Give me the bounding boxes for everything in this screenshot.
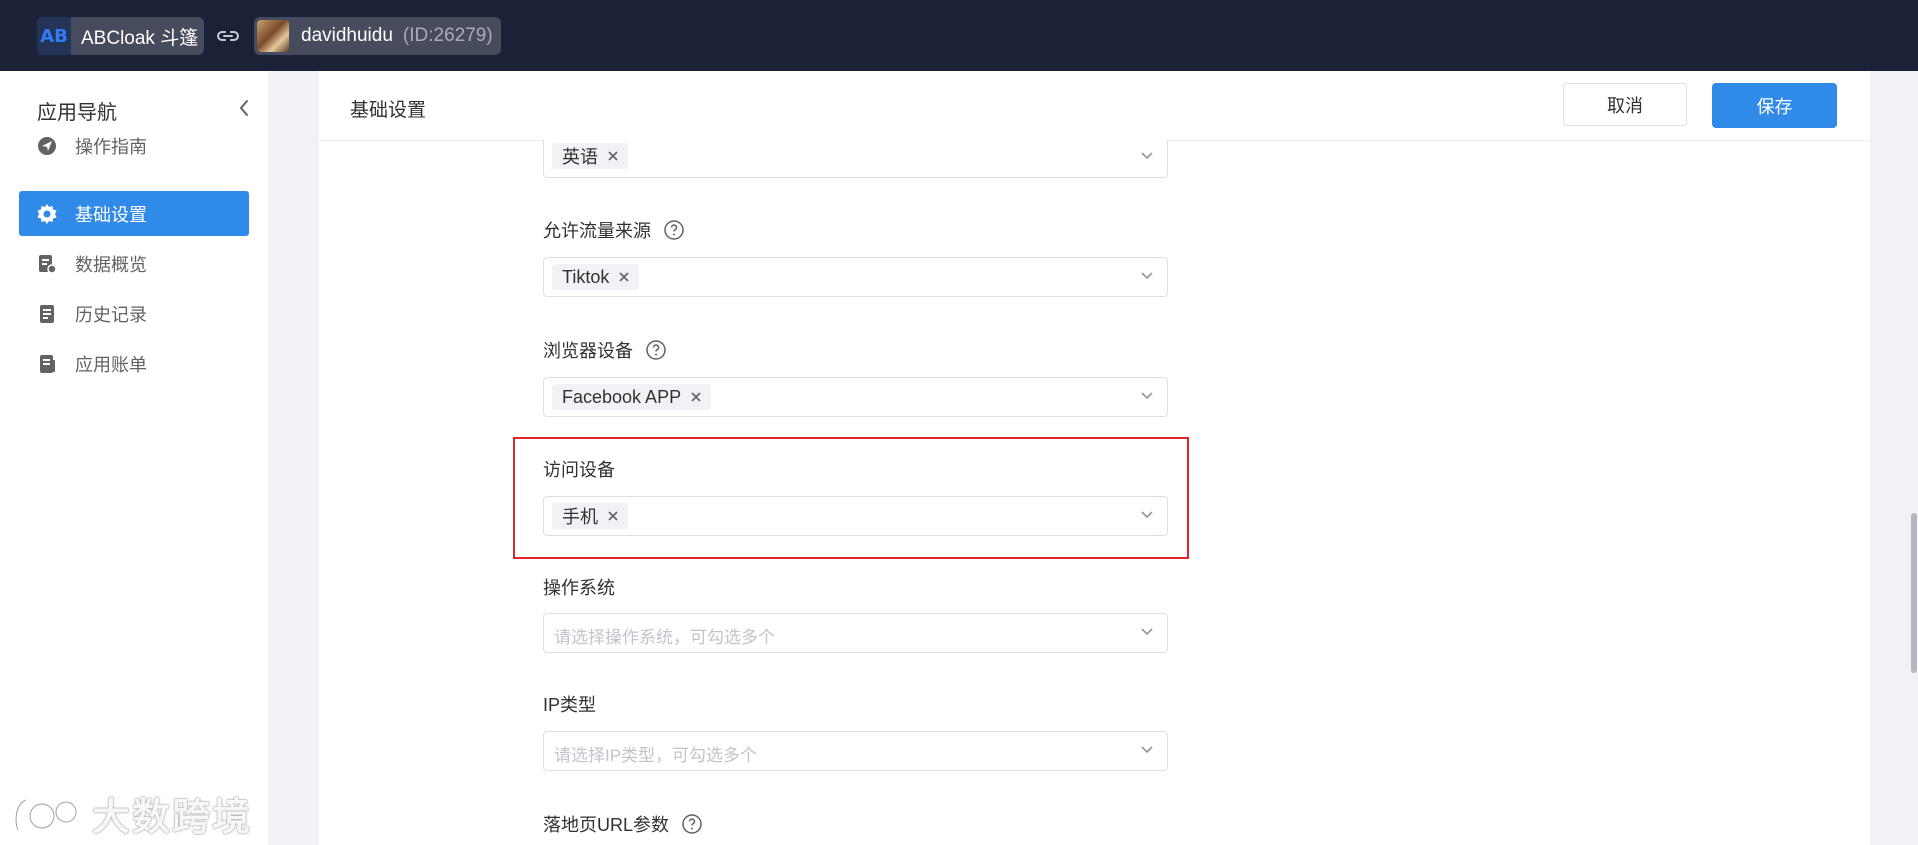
sidebar-item-label: 应用账单 — [75, 354, 147, 375]
navigation-icon — [36, 135, 58, 157]
os-placeholder: 请选择操作系统，可勾选多个 — [554, 628, 775, 647]
field-label-text: 浏览器设备 — [543, 341, 633, 361]
save-button[interactable]: 保存 — [1712, 83, 1837, 128]
field-label-text: IP类型 — [543, 695, 597, 715]
traffic-source-label: 允许流量来源 — [543, 217, 685, 243]
watermark: 大数跨境 — [12, 786, 252, 841]
language-select[interactable]: 英语 — [543, 140, 1168, 178]
sidebar-item-label: 操作指南 — [75, 136, 147, 157]
chevron-left-icon[interactable] — [236, 97, 252, 119]
avatar — [257, 20, 289, 52]
sidebar: 应用导航 操作指南 基础设置 数据概览 历史记录 应用账单 — [0, 71, 268, 845]
card-header: 基础设置 取消 保存 — [319, 71, 1870, 141]
sidebar-item-history[interactable]: 历史记录 — [19, 291, 249, 336]
browser-device-select[interactable]: Facebook APP — [543, 377, 1168, 417]
scrollbar-thumb[interactable] — [1911, 513, 1917, 673]
traffic-source-select[interactable]: Tiktok — [543, 257, 1168, 297]
user-account-chip[interactable]: davidhuidu (ID:26279) — [254, 17, 501, 55]
ip-type-placeholder: 请选择IP类型，可勾选多个 — [554, 746, 758, 765]
app-name: ABCloak 斗篷 — [81, 27, 199, 49]
question-icon[interactable] — [645, 339, 667, 361]
watermark-logo-icon — [13, 797, 79, 831]
page-title: 基础设置 — [350, 100, 427, 121]
field-label-text: 操作系统 — [543, 578, 615, 598]
app-switcher[interactable]: AB ABCloak 斗篷 — [37, 17, 204, 55]
app-logo: AB — [37, 17, 71, 55]
close-icon[interactable] — [606, 149, 620, 163]
tag-label: 英语 — [562, 147, 598, 167]
os-select[interactable]: 请选择操作系统，可勾选多个 — [543, 613, 1168, 653]
ip-type-select[interactable]: 请选择IP类型，可勾选多个 — [543, 731, 1168, 771]
tag-label: Tiktok — [562, 266, 610, 287]
sidebar-item-basic-settings[interactable]: 基础设置 — [19, 191, 249, 236]
cancel-button[interactable]: 取消 — [1563, 83, 1687, 126]
browser-device-tag: Facebook APP — [552, 384, 712, 410]
sidebar-item-label: 历史记录 — [75, 304, 147, 325]
sidebar-item-bill[interactable]: 应用账单 — [19, 341, 249, 386]
ip-type-label: IP类型 — [543, 691, 596, 717]
gear-icon — [36, 203, 58, 225]
tag-label: Facebook APP — [562, 386, 682, 407]
browser-device-label: 浏览器设备 — [543, 337, 667, 363]
os-label: 操作系统 — [543, 574, 615, 600]
sidebar-title: 应用导航 — [37, 102, 117, 124]
chevron-down-icon — [1141, 152, 1153, 160]
chevron-down-icon — [1141, 272, 1153, 280]
landing-url-label: 落地页URL参数 — [543, 811, 703, 837]
sidebar-item-data-overview[interactable]: 数据概览 — [19, 241, 249, 286]
watermark-text: 大数跨境 — [92, 797, 253, 839]
user-name: davidhuidu — [301, 25, 393, 46]
bill-icon — [36, 353, 58, 375]
top-bar: AB ABCloak 斗篷 davidhuidu (ID:26279) — [0, 0, 1918, 71]
chevron-down-icon — [1141, 628, 1153, 636]
scrollbar-track[interactable] — [1906, 71, 1918, 845]
user-id: (ID:26279) — [402, 25, 493, 46]
language-tag: 英语 — [552, 143, 628, 169]
close-icon[interactable] — [689, 390, 703, 404]
sidebar-item-guide[interactable]: 操作指南 — [19, 123, 249, 168]
question-icon[interactable] — [663, 219, 685, 241]
field-label-text: 落地页URL参数 — [543, 815, 670, 835]
close-icon[interactable] — [617, 270, 631, 284]
chevron-down-icon — [1141, 746, 1153, 754]
sidebar-item-label: 基础设置 — [75, 204, 147, 225]
link-icon — [217, 31, 239, 41]
sidebar-item-label: 数据概览 — [75, 254, 147, 275]
field-label-text: 允许流量来源 — [543, 221, 651, 241]
document-icon — [36, 303, 58, 325]
traffic-source-tag: Tiktok — [552, 264, 640, 290]
highlight-box — [513, 437, 1189, 559]
report-icon — [36, 253, 58, 275]
question-icon[interactable] — [681, 813, 703, 835]
chevron-down-icon — [1141, 392, 1153, 400]
